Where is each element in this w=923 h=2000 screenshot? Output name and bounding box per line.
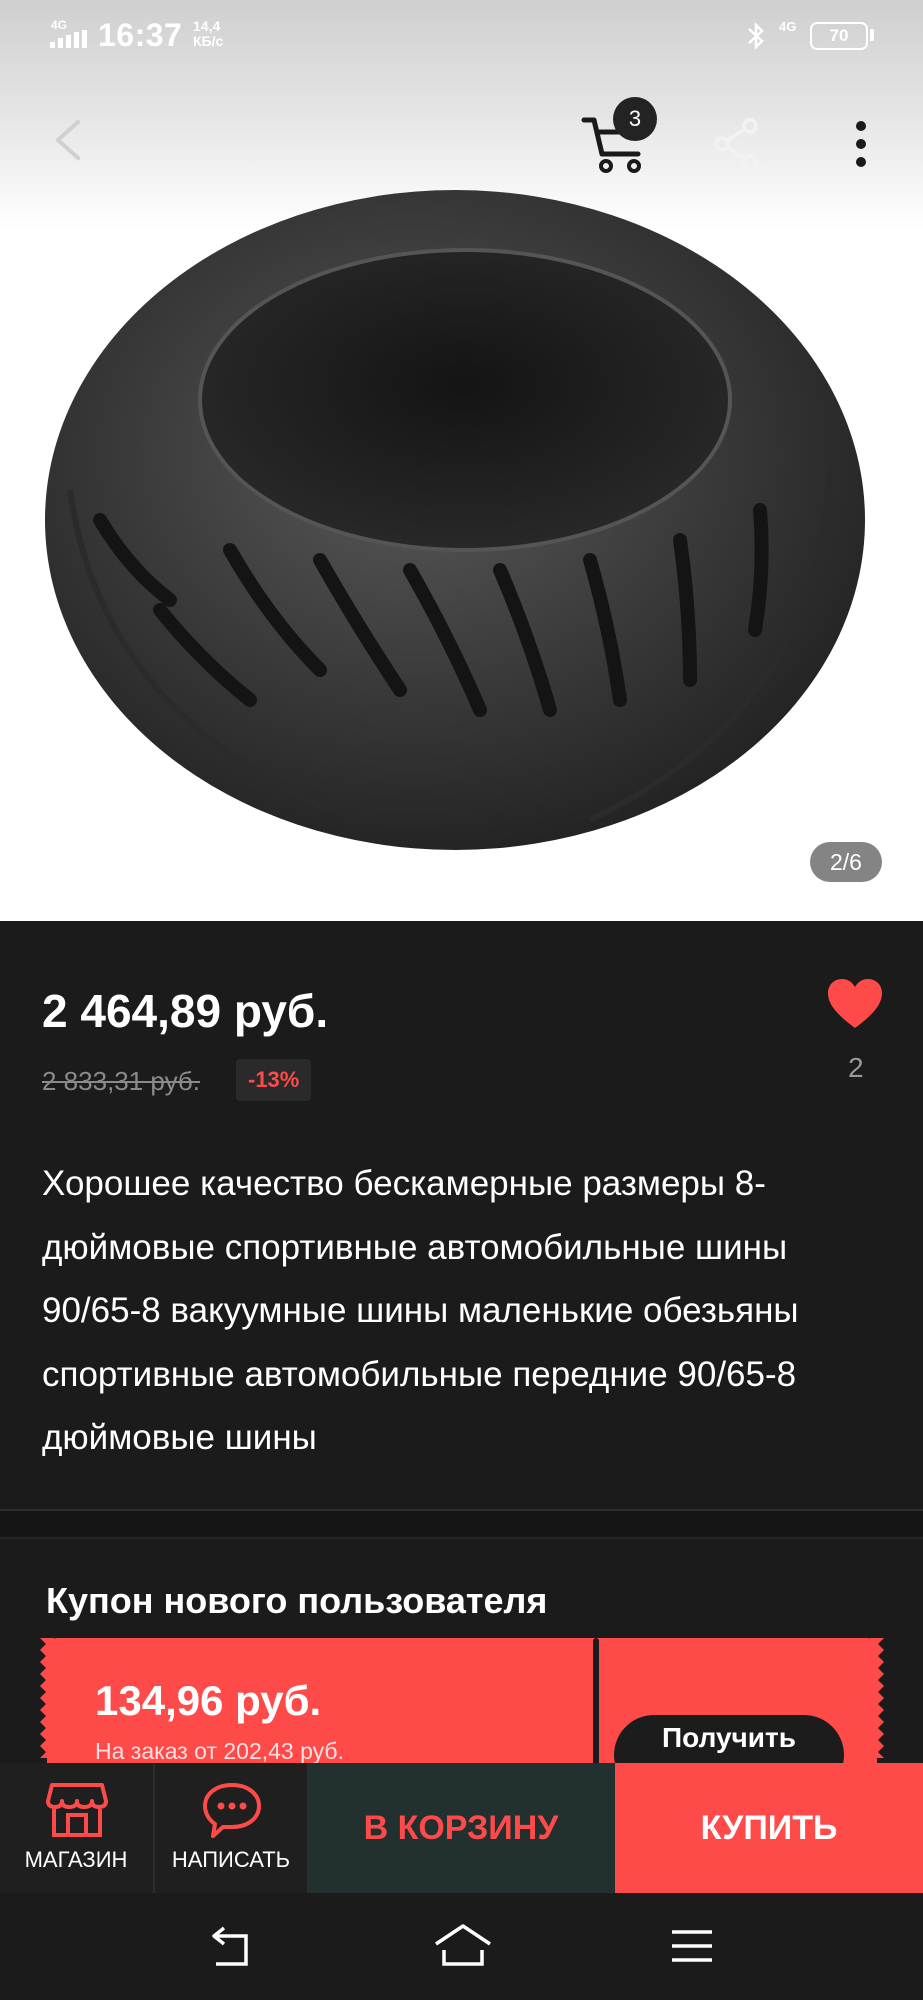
heart-icon	[828, 979, 882, 1028]
share-icon	[714, 118, 758, 170]
network-speed-value: 14,4	[193, 18, 221, 34]
coupon-heading: Купон нового пользователя	[46, 1580, 548, 1621]
nav-home-icon	[435, 1924, 491, 1966]
coupon-amount: 134,96 руб.	[95, 1677, 322, 1724]
network-speed: 14,4 КБ/с	[193, 19, 223, 49]
nav-menu-icon	[672, 1930, 712, 1962]
cart-button[interactable]: 3	[576, 92, 657, 182]
image-counter: 2/6	[810, 842, 882, 882]
clock: 16:37	[98, 17, 183, 53]
divider-line-top	[0, 1509, 923, 1511]
system-home-button[interactable]	[432, 1918, 494, 1974]
system-recents-button[interactable]	[666, 1918, 718, 1974]
chat-icon	[203, 1783, 261, 1838]
network-type-right: 4G	[779, 19, 797, 34]
back-button[interactable]	[40, 110, 100, 170]
nav-back-icon	[212, 1926, 248, 1966]
shop-icon	[46, 1783, 108, 1837]
more-icon	[856, 121, 866, 167]
coupon-edge-right	[870, 1638, 884, 1758]
section-divider	[0, 1509, 923, 1537]
cart-count-badge: 3	[613, 97, 657, 141]
status-bar: 4G 16:37 14,4 КБ/с 4G 70	[0, 0, 923, 72]
product-price: 2 464,89 руб.	[42, 985, 329, 1037]
system-back-button[interactable]	[204, 1918, 256, 1974]
coupon-min-order: На заказ от 202,43 руб.	[95, 1738, 344, 1764]
more-options-button[interactable]	[846, 116, 876, 172]
back-icon	[56, 120, 80, 160]
share-button[interactable]	[712, 116, 762, 172]
favorite-button[interactable]	[826, 978, 884, 1030]
message-button[interactable]: НАПИСАТЬ	[155, 1763, 307, 1893]
favorites-count: 2	[848, 1052, 864, 1083]
product-title: Хорошее качество бескамерные размеры 8-д…	[42, 1164, 799, 1457]
battery-tip	[870, 29, 874, 41]
bluetooth-icon	[748, 21, 764, 51]
buy-now-button[interactable]: КУПИТЬ	[615, 1763, 923, 1893]
battery-icon: 70	[810, 22, 868, 50]
old-price: 2 833,31 руб.	[42, 1066, 201, 1096]
product-image	[45, 190, 865, 850]
coupon-edge-left	[40, 1638, 54, 1758]
network-speed-unit: КБ/с	[193, 33, 224, 49]
add-to-cart-button[interactable]: В КОРЗИНУ	[307, 1763, 615, 1893]
shop-label: МАГАЗИН	[24, 1847, 128, 1872]
product-image-gallery[interactable]: 4G 16:37 14,4 КБ/с 4G 70 3 2/6	[0, 0, 923, 921]
divider-line-bottom	[0, 1537, 923, 1539]
coupon-separator	[593, 1638, 599, 1768]
shop-button[interactable]: МАГАЗИН	[0, 1763, 152, 1893]
signal-icon	[50, 30, 87, 48]
discount-badge: -13%	[236, 1059, 312, 1101]
message-label: НАПИСАТЬ	[171, 1847, 291, 1872]
